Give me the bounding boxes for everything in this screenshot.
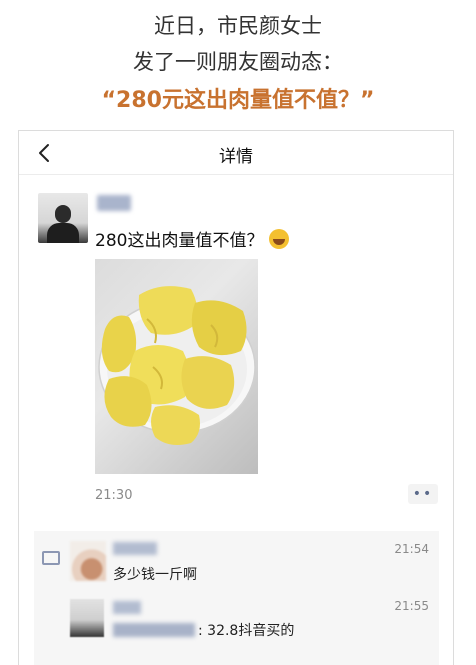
reply-target-blurred xyxy=(113,623,195,637)
laughing-face-emoji-icon xyxy=(269,229,290,249)
post-text: 280这出肉量值不值？ xyxy=(95,226,290,251)
page-title: 详情 xyxy=(219,147,253,167)
commenter-name-blurred[interactable] xyxy=(113,542,157,555)
headline-line-2: 发了一则朋友圈动态： xyxy=(133,50,343,74)
headline-quote: “280元这出肉量值不值？” xyxy=(101,88,375,113)
avatar[interactable] xyxy=(38,193,88,243)
durian-plate-image xyxy=(98,286,256,445)
post-time: 21:30 xyxy=(95,488,133,503)
avatar-body xyxy=(47,223,79,243)
comment-text[interactable]: 多少钱一斤啊 xyxy=(113,564,197,584)
post-text-content: 280这出肉量值不值？ xyxy=(95,231,264,251)
more-dots-icon: •• xyxy=(412,486,434,502)
moments-detail-screen: 详情 280这出肉量值不值？ 21:30 •• 多少钱一斤啊 21:54: 3… xyxy=(18,130,454,665)
comment-icon xyxy=(42,551,60,565)
comment-time: 21:54 xyxy=(394,542,429,556)
comments-section: 多少钱一斤啊 21:54 : 32.8抖音买的 21:55 xyxy=(34,531,439,665)
commenter-avatar[interactable] xyxy=(70,599,104,637)
nav-bar: 详情 xyxy=(19,131,453,175)
commenter-avatar[interactable] xyxy=(70,541,106,581)
nickname-blurred[interactable] xyxy=(97,195,131,211)
headline-line-1: 近日，市民颜女士 xyxy=(154,14,322,38)
avatar-head xyxy=(55,205,71,223)
comment-time: 21:55 xyxy=(394,599,429,613)
post-photo[interactable] xyxy=(95,259,258,474)
more-actions-button[interactable]: •• xyxy=(408,484,438,504)
commenter-name-blurred[interactable] xyxy=(113,601,141,614)
comment-text[interactable]: : 32.8抖音买的 xyxy=(198,620,294,640)
